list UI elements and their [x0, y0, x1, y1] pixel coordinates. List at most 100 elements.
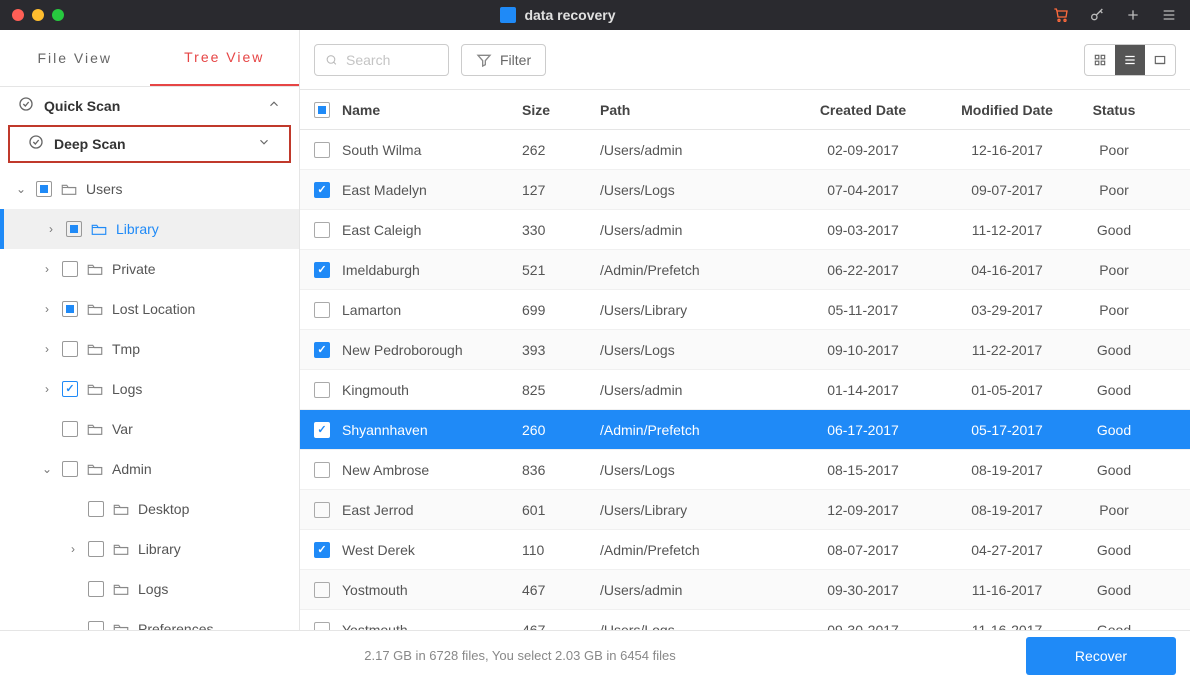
table-row[interactable]: Yostmouth467/Users/Logs09-30-201711-16-2…	[300, 610, 1190, 630]
sidebar-tabs: File View Tree View	[0, 30, 299, 87]
cell-name: New Ambrose	[342, 462, 522, 478]
tree-node[interactable]: ›Library	[0, 209, 299, 249]
folder-icon	[112, 501, 130, 517]
row-checkbox[interactable]	[314, 542, 330, 558]
tree-node-label: Users	[86, 181, 123, 197]
cell-modified: 11-16-2017	[940, 582, 1074, 598]
cell-size: 699	[522, 302, 600, 318]
view-toggle	[1084, 44, 1176, 76]
filter-button[interactable]: Filter	[461, 44, 546, 76]
cell-modified: 11-16-2017	[940, 622, 1074, 631]
table-row[interactable]: Kingmouth825/Users/admin01-14-201701-05-…	[300, 370, 1190, 410]
tree-node[interactable]: ›Tmp	[0, 329, 299, 369]
table-row[interactable]: Lamarton699/Users/Library05-11-201703-29…	[300, 290, 1190, 330]
maximize-window-button[interactable]	[52, 9, 64, 21]
row-checkbox[interactable]	[314, 502, 330, 518]
col-header-path[interactable]: Path	[600, 102, 786, 118]
row-checkbox[interactable]	[314, 582, 330, 598]
tree-node[interactable]: Logs	[0, 569, 299, 609]
table-row[interactable]: West Derek110/Admin/Prefetch08-07-201704…	[300, 530, 1190, 570]
tree-checkbox[interactable]	[88, 501, 104, 517]
tree-node[interactable]: Preferences	[0, 609, 299, 630]
tree-checkbox[interactable]	[66, 221, 82, 237]
tree-checkbox[interactable]	[62, 461, 78, 477]
tree-node[interactable]: ›Private	[0, 249, 299, 289]
tree-node[interactable]: ⌄Admin	[0, 449, 299, 489]
row-checkbox[interactable]	[314, 222, 330, 238]
tree-checkbox[interactable]	[62, 421, 78, 437]
folder-icon	[86, 421, 104, 437]
row-checkbox[interactable]	[314, 262, 330, 278]
table-row[interactable]: South Wilma262/Users/admin02-09-201712-1…	[300, 130, 1190, 170]
minimize-window-button[interactable]	[32, 9, 44, 21]
table-row[interactable]: East Madelyn127/Users/Logs07-04-201709-0…	[300, 170, 1190, 210]
row-checkbox[interactable]	[314, 302, 330, 318]
chevron-icon: ›	[40, 262, 54, 276]
window-controls	[12, 9, 64, 21]
col-header-status[interactable]: Status	[1074, 102, 1154, 118]
table-row[interactable]: East Jerrod601/Users/Library12-09-201708…	[300, 490, 1190, 530]
quick-scan-section[interactable]: Quick Scan	[0, 87, 299, 125]
row-checkbox[interactable]	[314, 422, 330, 438]
tab-tree-view[interactable]: Tree View	[150, 30, 300, 86]
tree-node[interactable]: ⌄Users	[0, 169, 299, 209]
detail-view-button[interactable]	[1145, 45, 1175, 75]
tree-checkbox[interactable]	[62, 341, 78, 357]
row-checkbox[interactable]	[314, 382, 330, 398]
table-row[interactable]: Imeldaburgh521/Admin/Prefetch06-22-20170…	[300, 250, 1190, 290]
close-window-button[interactable]	[12, 9, 24, 21]
key-icon[interactable]	[1088, 6, 1106, 24]
cell-created: 09-03-2017	[786, 222, 940, 238]
tree-checkbox[interactable]	[88, 581, 104, 597]
row-checkbox[interactable]	[314, 182, 330, 198]
tree-node-label: Admin	[112, 461, 152, 477]
col-header-created[interactable]: Created Date	[786, 102, 940, 118]
cell-created: 08-07-2017	[786, 542, 940, 558]
cell-modified: 12-16-2017	[940, 142, 1074, 158]
tree-node[interactable]: ›Library	[0, 529, 299, 569]
row-checkbox[interactable]	[314, 342, 330, 358]
menu-icon[interactable]	[1160, 6, 1178, 24]
folder-icon	[86, 261, 104, 277]
col-header-size[interactable]: Size	[522, 102, 600, 118]
tree-checkbox[interactable]	[88, 621, 104, 630]
tree-node[interactable]: ›Lost Location	[0, 289, 299, 329]
tree-checkbox[interactable]	[88, 541, 104, 557]
tab-file-view[interactable]: File View	[0, 30, 150, 86]
tree-node[interactable]: Desktop	[0, 489, 299, 529]
table-row[interactable]: East Caleigh330/Users/admin09-03-201711-…	[300, 210, 1190, 250]
table-row[interactable]: New Ambrose836/Users/Logs08-15-201708-19…	[300, 450, 1190, 490]
deep-scan-section[interactable]: Deep Scan	[8, 125, 291, 163]
cell-status: Good	[1074, 462, 1154, 478]
row-checkbox[interactable]	[314, 142, 330, 158]
cell-path: /Users/Logs	[600, 342, 786, 358]
tree-node[interactable]: ›Logs	[0, 369, 299, 409]
folder-icon	[86, 301, 104, 317]
cell-name: Lamarton	[342, 302, 522, 318]
grid-view-button[interactable]	[1085, 45, 1115, 75]
recover-button[interactable]: Recover	[1026, 637, 1176, 675]
cell-status: Good	[1074, 342, 1154, 358]
table-row[interactable]: Yostmouth467/Users/admin09-30-201711-16-…	[300, 570, 1190, 610]
row-checkbox[interactable]	[314, 462, 330, 478]
tree-node[interactable]: Var	[0, 409, 299, 449]
cart-icon[interactable]	[1052, 6, 1070, 24]
tree-checkbox[interactable]	[62, 301, 78, 317]
cell-modified: 08-19-2017	[940, 462, 1074, 478]
row-checkbox[interactable]	[314, 622, 330, 631]
search-input[interactable]	[346, 52, 438, 68]
tree-checkbox[interactable]	[62, 381, 78, 397]
table-row[interactable]: New Pedroborough393/Users/Logs09-10-2017…	[300, 330, 1190, 370]
cell-status: Poor	[1074, 262, 1154, 278]
cell-size: 393	[522, 342, 600, 358]
tree-checkbox[interactable]	[62, 261, 78, 277]
search-box[interactable]	[314, 44, 449, 76]
col-header-name[interactable]: Name	[342, 102, 522, 118]
tree-checkbox[interactable]	[36, 181, 52, 197]
plus-icon[interactable]	[1124, 6, 1142, 24]
title-bar-actions	[1052, 6, 1178, 24]
list-view-button[interactable]	[1115, 45, 1145, 75]
select-all-checkbox[interactable]	[314, 102, 330, 118]
col-header-modified[interactable]: Modified Date	[940, 102, 1074, 118]
table-row[interactable]: Shyannhaven260/Admin/Prefetch06-17-20170…	[300, 410, 1190, 450]
